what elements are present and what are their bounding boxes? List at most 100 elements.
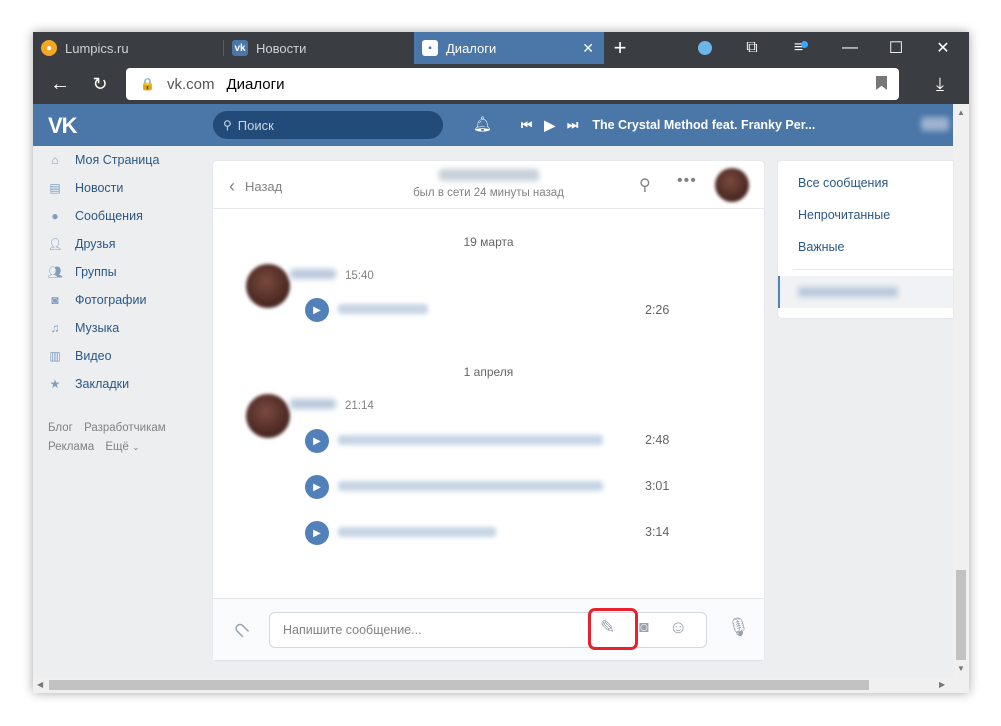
scroll-down-icon[interactable]: ▼: [957, 664, 965, 673]
home-icon: ⌂: [51, 153, 59, 167]
avatar[interactable]: [246, 264, 290, 308]
link-more[interactable]: Ещё: [105, 441, 129, 453]
tab-title: Lumpics.ru: [65, 40, 129, 56]
menu-item-groups[interactable]: 👥︎ Группы: [47, 258, 117, 286]
scroll-right-icon[interactable]: ▶: [939, 680, 945, 689]
now-playing-title[interactable]: The Crystal Method feat. Franky Per...: [592, 118, 815, 132]
menu-label: Фотографии: [75, 293, 147, 307]
new-tab-button[interactable]: +: [598, 32, 642, 64]
track-title[interactable]: [338, 481, 603, 491]
footer-links-row2: Реклама Ещё ⌄: [48, 441, 140, 453]
vk-favicon-icon: vk: [232, 40, 248, 56]
menu-item-messages[interactable]: ● Сообщения: [48, 202, 142, 230]
track-duration: 2:48: [645, 433, 670, 447]
download-icon[interactable]: ⤓: [925, 69, 955, 99]
track-title[interactable]: [338, 304, 428, 314]
menu-label: Друзья: [75, 237, 116, 251]
scrollbar-thumb[interactable]: [956, 570, 966, 660]
play-track-button[interactable]: ▶: [305, 475, 329, 499]
bell-icon[interactable]: 🔔︎: [473, 115, 492, 133]
search-icon: ⚲: [223, 118, 232, 132]
contact-name[interactable]: [439, 169, 539, 181]
graffiti-icon[interactable]: ✎: [600, 617, 615, 638]
menu-item-bookmarks[interactable]: ★ Закладки: [48, 370, 130, 398]
prev-track-icon[interactable]: ⏮︎: [521, 118, 532, 133]
menu-item-music[interactable]: ♫ Музыка: [48, 314, 120, 342]
music-icon: ♫: [50, 321, 60, 335]
back-arrow-icon[interactable]: ←: [45, 69, 75, 99]
tab-title: Диалоги: [446, 40, 497, 56]
sender-name[interactable]: [290, 399, 336, 409]
avatar[interactable]: [246, 394, 290, 438]
play-track-button[interactable]: ▶: [305, 521, 329, 545]
link-developers[interactable]: Разработчикам: [84, 422, 166, 434]
reload-icon[interactable]: ↻: [85, 69, 115, 99]
tab-title: Новости: [256, 40, 307, 56]
dialog-panel: ‹ Назад был в сети 24 минуты назад ⚲ •••…: [213, 161, 764, 660]
close-tab-icon[interactable]: ✕: [582, 40, 594, 57]
menu-label: Группы: [75, 265, 117, 279]
play-track-button[interactable]: ▶: [305, 429, 329, 453]
current-dialog-item[interactable]: [778, 276, 953, 308]
menu-item-video[interactable]: ▥ Видео: [48, 342, 111, 370]
scroll-left-icon[interactable]: ◀: [37, 680, 43, 689]
star-icon: ★: [49, 377, 61, 391]
hscrollbar-thumb[interactable]: [49, 680, 869, 690]
chat-favicon-icon: ▪: [422, 40, 438, 56]
minimize-button[interactable]: —: [828, 32, 872, 64]
url-field[interactable]: 🔒 vk.com Диалоги: [126, 68, 899, 100]
track-duration: 2:26: [645, 303, 670, 317]
more-icon[interactable]: •••: [677, 172, 697, 190]
divider: [793, 269, 953, 270]
date-divider: 19 марта: [463, 235, 514, 249]
tab-dialogs[interactable]: ▪ Диалоги ✕: [414, 32, 604, 64]
bookmark-icon[interactable]: [876, 76, 887, 90]
smile-icon[interactable]: ☺: [669, 617, 687, 638]
link-ads[interactable]: Реклама: [48, 441, 94, 453]
menu-label: Моя Страница: [75, 153, 160, 167]
menu-item-photos[interactable]: ◙ Фотографии: [48, 286, 146, 314]
filter-unread[interactable]: Непрочитанные: [798, 208, 890, 222]
close-window-button[interactable]: ✕: [921, 32, 965, 64]
search-icon[interactable]: ⚲: [639, 175, 651, 195]
vk-logo-icon[interactable]: VK: [48, 113, 78, 139]
menu-item-my-page[interactable]: ⌂ Моя Страница: [48, 146, 159, 174]
filter-all-messages[interactable]: Все сообщения: [798, 176, 888, 190]
horizontal-scrollbar[interactable]: ◀ ▶: [33, 677, 969, 693]
play-icon[interactable]: ▶: [544, 117, 555, 134]
vk-header: VK ⚲ Поиск 🔔︎ ⏮︎ ▶ ⏭︎ The Crystal Method…: [33, 104, 953, 146]
avatar[interactable]: [715, 168, 749, 202]
microphone-icon[interactable]: 🎙︎: [727, 617, 750, 638]
maximize-button[interactable]: ☐: [874, 32, 918, 64]
paperclip-icon[interactable]: ⊂: [227, 615, 257, 645]
video-icon: ▥: [49, 349, 61, 363]
footer-links-row1: Блог Разработчикам: [48, 422, 166, 434]
groups-icon: 👥︎: [47, 265, 63, 279]
menu-item-friends[interactable]: 👤︎ Друзья: [47, 230, 116, 258]
play-track-button[interactable]: ▶: [305, 298, 329, 322]
messages-icon: ●: [51, 209, 59, 223]
menu-item-news[interactable]: ▤ Новости: [48, 174, 123, 202]
menu-icon[interactable]: ≡: [779, 32, 823, 64]
tab-news[interactable]: vk Новости: [224, 32, 414, 64]
menu-label: Новости: [75, 181, 124, 195]
track-title[interactable]: [338, 527, 496, 537]
vertical-scrollbar[interactable]: ▲ ▼: [953, 104, 969, 677]
tab-bar: ● Lumpics.ru vk Новости ▪ Диалоги ✕ + ⧉ …: [33, 32, 969, 64]
filter-important[interactable]: Важные: [798, 240, 845, 254]
sender-name[interactable]: [290, 269, 336, 279]
track-title[interactable]: [338, 435, 603, 445]
camera-icon[interactable]: ◙: [639, 619, 649, 637]
search-placeholder: Поиск: [237, 117, 274, 133]
date-divider: 1 апреля: [463, 365, 514, 379]
track-duration: 3:14: [645, 525, 670, 539]
browser-window: ● Lumpics.ru vk Новости ▪ Диалоги ✕ + ⧉ …: [33, 32, 969, 693]
weather-icon[interactable]: [683, 32, 727, 64]
search-input[interactable]: ⚲ Поиск: [213, 111, 443, 139]
user-menu[interactable]: [921, 117, 949, 131]
collections-icon[interactable]: ⧉: [730, 32, 774, 64]
scroll-up-icon[interactable]: ▲: [957, 108, 965, 117]
tab-lumpics[interactable]: ● Lumpics.ru: [33, 32, 223, 64]
next-track-icon[interactable]: ⏭︎: [567, 118, 578, 133]
link-blog[interactable]: Блог: [48, 422, 73, 434]
